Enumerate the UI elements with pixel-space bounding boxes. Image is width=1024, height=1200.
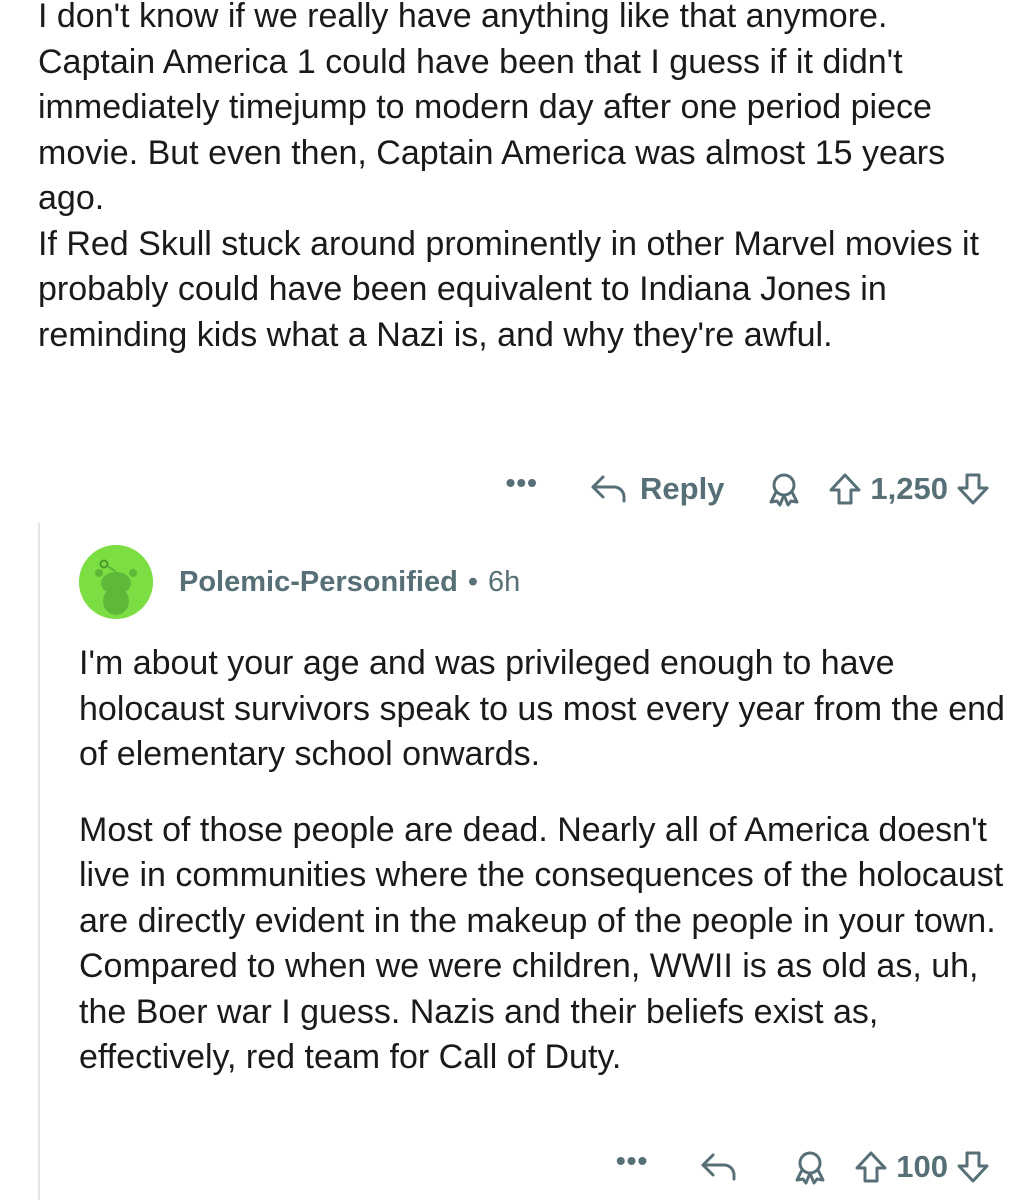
vote-count: 1,250 — [870, 471, 948, 506]
child-comment-actions: ••• 100 — [616, 1144, 990, 1190]
downvote-arrow-icon[interactable] — [956, 472, 990, 506]
award-icon — [795, 1151, 825, 1185]
reply-arrow-icon — [591, 475, 626, 503]
child-comment-header: Polemic-Personified • 6h — [79, 545, 520, 619]
more-options-button[interactable]: ••• — [616, 1147, 648, 1175]
parent-comment-actions: ••• Reply 1,250 — [506, 466, 990, 512]
child-comment-body: I'm about your age and was privileged en… — [79, 641, 1009, 1081]
vote-controls: 100 — [854, 1149, 990, 1185]
award-button[interactable] — [792, 1149, 828, 1185]
reply-arrow-icon — [701, 1153, 736, 1181]
comment-paragraph: Captain America 1 could have been that I… — [38, 42, 946, 218]
comment-paragraph: I'm about your age and was privileged en… — [79, 644, 1005, 773]
comment-paragraph: I don't know if we really have anything … — [38, 0, 888, 35]
meta-separator: • — [467, 565, 478, 598]
downvote-arrow-icon[interactable] — [956, 1150, 990, 1184]
vote-controls: 1,250 — [828, 471, 990, 507]
upvote-arrow-icon[interactable] — [828, 472, 862, 506]
snoo-avatar-icon — [79, 545, 153, 619]
more-options-button[interactable]: ••• — [506, 469, 538, 497]
comment-paragraph: If Red Skull stuck around prominently in… — [38, 224, 980, 354]
upvote-arrow-icon[interactable] — [854, 1150, 888, 1184]
avatar[interactable] — [79, 545, 153, 619]
reply-label: Reply — [640, 471, 725, 506]
reply-button[interactable]: Reply — [590, 471, 724, 507]
timestamp: 6h — [487, 565, 521, 598]
parent-comment-body: I don't know if we really have anything … — [38, 0, 1008, 358]
award-icon — [769, 473, 799, 507]
comment-paragraph: Most of those people are dead. Nearly al… — [79, 810, 1004, 1077]
username[interactable]: Polemic-Personified — [179, 566, 458, 599]
thread-line[interactable] — [38, 523, 40, 1200]
reply-button[interactable] — [700, 1152, 750, 1182]
award-button[interactable] — [766, 471, 802, 507]
vote-count: 100 — [896, 1149, 948, 1184]
